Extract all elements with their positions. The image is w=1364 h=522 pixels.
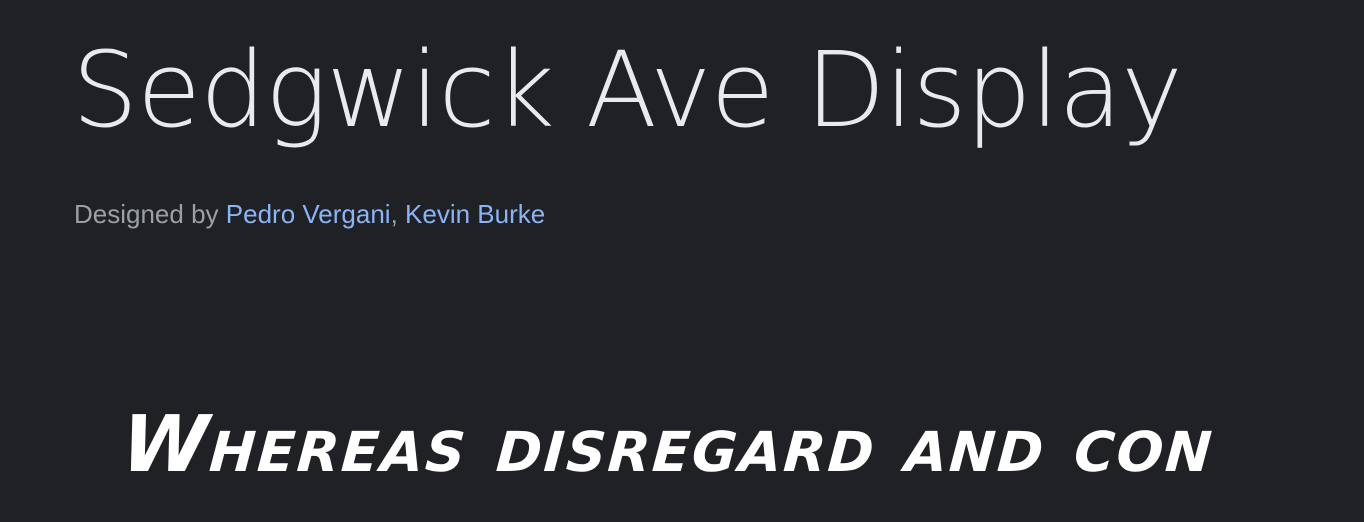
designer-link-pedro-vergani[interactable]: Pedro Vergani: [226, 199, 391, 229]
designer-separator: ,: [390, 199, 398, 229]
specimen-text: Whereas disregard and con: [118, 400, 1218, 490]
designed-by-label: Designed by: [74, 199, 219, 229]
font-family-title: Sedgwick Ave Display: [72, 29, 1183, 151]
type-specimen-area: Whereas disregard and con: [0, 380, 1364, 522]
designer-credits: Designed by Pedro Vergani, Kevin Burke: [74, 199, 545, 230]
designer-link-kevin-burke[interactable]: Kevin Burke: [405, 199, 545, 229]
